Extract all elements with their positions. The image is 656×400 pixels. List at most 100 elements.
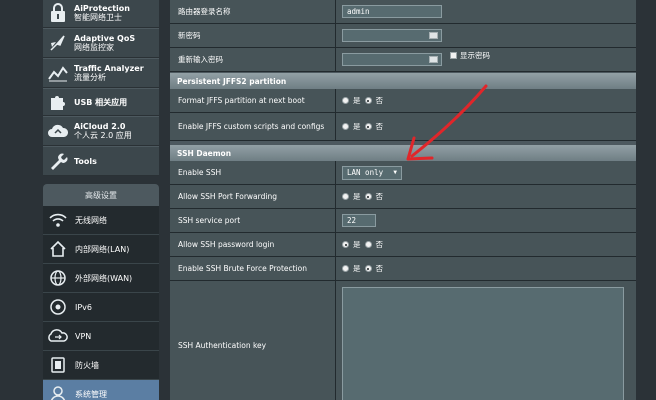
radio-label: 否	[375, 122, 384, 131]
radio-label: 是	[353, 122, 361, 131]
qos-rocket-icon	[45, 31, 71, 55]
sidebar-item-label: 无线网络	[75, 215, 107, 225]
sidebar-item-label: 系统管理	[75, 389, 107, 399]
field-cell: 22	[336, 209, 636, 232]
keyboard-icon	[429, 32, 438, 39]
field-cell	[336, 24, 636, 47]
ssh-auth-key-textarea[interactable]	[342, 287, 624, 400]
ssh-service-port-input[interactable]: 22	[342, 214, 376, 227]
page-gutter	[636, 0, 656, 400]
field-cell: 是 否	[336, 257, 636, 280]
field-label: SSH service port	[170, 209, 336, 232]
radio-label: 是	[353, 240, 361, 249]
sidebar-item-subtitle: 流量分析	[74, 73, 106, 82]
field-cell: LAN only ▼	[336, 161, 636, 184]
section-header-jffs: Persistent JFFS2 partition	[170, 73, 636, 89]
sidebar-item-ipv6[interactable]: IPv6	[43, 293, 159, 322]
sidebar-item-subtitle: 网络监控家	[74, 43, 114, 52]
format-jffs-no-radio[interactable]	[364, 97, 372, 104]
row-router-login-name: 路由器登录名称 admin	[170, 0, 636, 24]
sidebar-item-label: 外部网络(WAN)	[75, 273, 133, 283]
sidebar-item-lan[interactable]: 内部网络(LAN)	[43, 235, 159, 264]
show-password-label: 显示密码	[460, 51, 490, 60]
lock-icon	[45, 1, 71, 25]
field-cell: admin	[336, 0, 636, 23]
sidebar-item-subtitle: 智能网络卫士	[74, 13, 122, 22]
radio-label: 是	[353, 96, 361, 105]
row-ssh-auth-key: SSH Authentication key	[170, 281, 636, 400]
user-icon	[47, 383, 69, 400]
radio-label: 是	[353, 264, 361, 273]
ipv6-icon	[47, 296, 69, 318]
radio-label: 否	[375, 96, 384, 105]
sidebar-item-traffic-analyzer[interactable]: Traffic Analyzer 流量分析	[43, 58, 159, 88]
new-password-input[interactable]	[342, 29, 442, 42]
wifi-icon	[47, 209, 69, 231]
row-enable-jffs-scripts: Enable JFFS custom scripts and configs 是…	[170, 113, 636, 141]
ssh-brute-force-yes-radio[interactable]	[342, 265, 349, 272]
field-label: Format JFFS partition at next boot	[170, 89, 336, 112]
shield-icon	[47, 354, 69, 376]
sidebar-item-title: Traffic Analyzer	[74, 64, 144, 73]
field-cell: 是 否	[336, 233, 636, 256]
field-cell: 是 否	[336, 113, 636, 140]
sidebar-item-vpn[interactable]: VPN	[43, 322, 159, 351]
enable-ssh-select[interactable]: LAN only ▼	[342, 165, 402, 180]
field-cell: 是 否	[336, 89, 636, 112]
sidebar-item-firewall[interactable]: 防火墙	[43, 351, 159, 380]
puzzle-icon	[45, 90, 71, 114]
sidebar-item-title: AiProtection	[74, 4, 130, 13]
router-login-name-input[interactable]: admin	[342, 5, 442, 18]
field-label: SSH Authentication key	[170, 281, 336, 400]
sidebar-item-adaptive-qos[interactable]: Adaptive QoS 网络监控家	[43, 28, 159, 58]
jffs-scripts-yes-radio[interactable]	[342, 123, 349, 130]
field-label: 新密码	[170, 24, 336, 47]
sidebar-item-admin[interactable]: 系统管理	[43, 380, 159, 400]
ssh-password-login-no-radio[interactable]	[364, 241, 372, 248]
section-header-ssh: SSH Daemon	[170, 145, 636, 161]
field-label: 重新输入密码	[170, 48, 336, 71]
sidebar-item-aicloud[interactable]: AiCloud 2.0 个人云 2.0 应用	[43, 116, 159, 146]
sidebar-item-usb[interactable]: USB 相关应用	[43, 88, 159, 116]
radio-label: 否	[375, 264, 384, 273]
jffs-scripts-no-radio[interactable]	[364, 123, 372, 130]
ssh-port-forwarding-yes-radio[interactable]	[342, 193, 349, 200]
field-label: Allow SSH password login	[170, 233, 336, 256]
sidebar-item-wan[interactable]: 外部网络(WAN)	[43, 264, 159, 293]
wrench-icon	[45, 149, 71, 173]
globe-icon	[47, 267, 69, 289]
keyboard-icon	[429, 56, 438, 63]
radio-label: 是	[353, 192, 361, 201]
advanced-settings-header: 高级设置	[43, 184, 159, 206]
radio-label: 否	[375, 192, 384, 201]
sidebar-item-wireless[interactable]: 无线网络	[43, 206, 159, 235]
sidebar-item-label: 内部网络(LAN)	[75, 244, 130, 254]
sidebar-item-title: USB 相关应用	[74, 97, 128, 107]
row-ssh-brute-force: Enable SSH Brute Force Protection 是 否	[170, 257, 636, 281]
sidebar-item-title: AiCloud 2.0	[74, 122, 126, 131]
row-enable-ssh: Enable SSH LAN only ▼	[170, 161, 636, 185]
field-label: Enable SSH	[170, 161, 336, 184]
field-label: Allow SSH Port Forwarding	[170, 185, 336, 208]
ssh-port-forwarding-no-radio[interactable]	[364, 193, 372, 200]
sidebar-item-title: Tools	[74, 156, 97, 166]
format-jffs-yes-radio[interactable]	[342, 97, 349, 104]
row-new-password: 新密码	[170, 24, 636, 48]
row-ssh-service-port: SSH service port 22	[170, 209, 636, 233]
row-ssh-port-forwarding: Allow SSH Port Forwarding 是 否	[170, 185, 636, 209]
field-label: Enable SSH Brute Force Protection	[170, 257, 336, 280]
ssh-password-login-yes-radio[interactable]	[342, 241, 349, 248]
show-password-checkbox[interactable]	[450, 52, 457, 59]
radio-label: 否	[375, 240, 384, 249]
sidebar-item-label: VPN	[75, 331, 92, 341]
sidebar-item-aiprotection[interactable]: AiProtection 智能网络卫士	[43, 0, 159, 28]
ssh-brute-force-no-radio[interactable]	[364, 265, 372, 272]
row-format-jffs: Format JFFS partition at next boot 是 否	[170, 89, 636, 113]
sidebar-item-tools[interactable]: Tools	[43, 146, 159, 176]
retype-password-input[interactable]	[342, 53, 442, 66]
field-label: Enable JFFS custom scripts and configs	[170, 113, 336, 140]
vpn-icon	[47, 325, 69, 347]
sidebar-item-label: IPv6	[75, 302, 93, 312]
sidebar-item-subtitle: 个人云 2.0 应用	[74, 131, 132, 140]
home-icon	[47, 238, 69, 260]
